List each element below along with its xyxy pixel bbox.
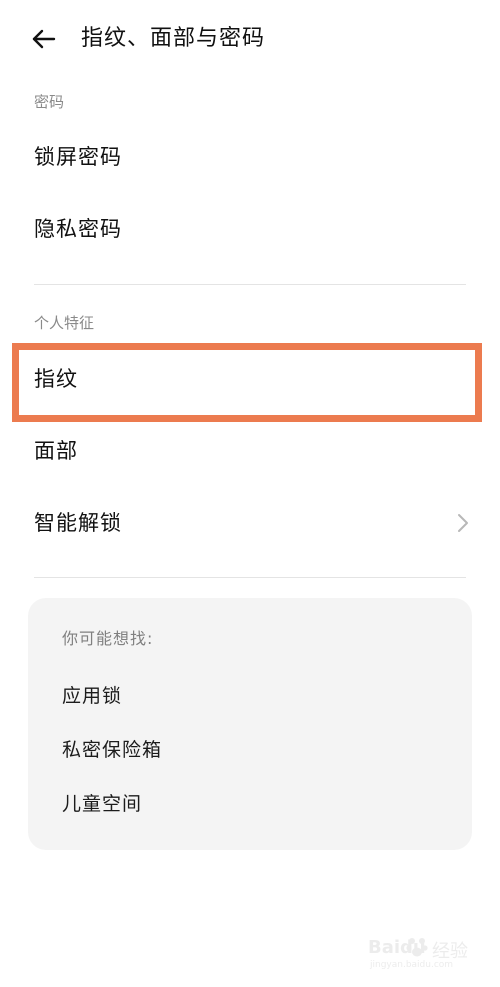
watermark-url: jingyan.baidu.com [370, 960, 454, 970]
section-divider [34, 577, 466, 578]
row-face[interactable]: 面部 [0, 422, 500, 482]
arrow-left-icon [32, 29, 56, 49]
watermark-brand: Baidu [368, 937, 426, 958]
header: 指纹、面部与密码 [0, 0, 500, 80]
page-title: 指纹、面部与密码 [81, 26, 266, 51]
section-divider [34, 284, 466, 285]
row-label: 锁屏密码 [34, 145, 122, 169]
section-title-biometrics: 个人特征 [34, 314, 95, 332]
row-label: 指纹 [34, 367, 78, 391]
section-title-password: 密码 [34, 93, 65, 111]
suggestion-private-safe[interactable]: 私密保险箱 [62, 736, 162, 764]
baidu-watermark: Baidu 经验 jingyan.baidu.com [368, 933, 488, 975]
row-smart-unlock[interactable]: 智能解锁 [0, 494, 500, 554]
chevron-right-icon [458, 514, 468, 532]
row-privacy-password[interactable]: 隐私密码 [0, 200, 500, 260]
row-label: 智能解锁 [34, 511, 122, 535]
back-button[interactable] [26, 22, 62, 58]
suggestions-card: 你可能想找: 应用锁 私密保险箱 儿童空间 [28, 598, 472, 850]
row-label: 隐私密码 [34, 217, 122, 241]
row-fingerprint[interactable]: 指纹 [0, 350, 500, 410]
suggestions-title: 你可能想找: [62, 629, 154, 648]
row-label: 面部 [34, 439, 78, 463]
suggestion-app-lock[interactable]: 应用锁 [62, 682, 122, 710]
row-lock-screen-password[interactable]: 锁屏密码 [0, 128, 500, 188]
suggestion-kids-space[interactable]: 儿童空间 [62, 790, 142, 818]
